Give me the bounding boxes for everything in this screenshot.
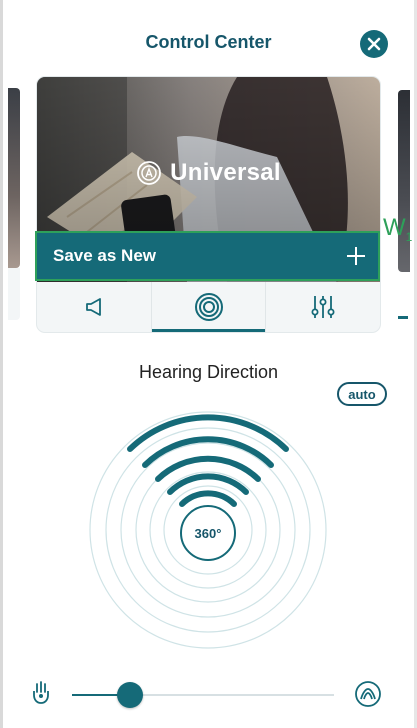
tab-hearing-direction[interactable] xyxy=(150,282,266,332)
surround-icon xyxy=(355,681,381,707)
next-program-tab-indicator xyxy=(398,316,408,319)
center-360-button[interactable]: 360° xyxy=(180,505,236,561)
next-program-card[interactable] xyxy=(398,90,410,272)
annotation-marker-letter: W xyxy=(383,214,406,241)
program-name-row: Universal xyxy=(37,159,380,187)
speaker-icon xyxy=(85,298,101,316)
universal-program-icon xyxy=(137,161,162,185)
program-card[interactable]: Universal Save as New xyxy=(37,77,380,332)
annotation-marker-sub: 1 xyxy=(405,229,413,244)
annotation-marker: W1 xyxy=(383,214,412,244)
hand-focus-icon xyxy=(33,681,49,704)
previous-program-card[interactable] xyxy=(8,88,20,268)
program-tabs xyxy=(37,282,380,332)
tab-equalizer[interactable] xyxy=(265,282,380,332)
close-icon xyxy=(367,37,381,51)
auto-button[interactable]: auto xyxy=(337,382,387,406)
page-title: Control Center xyxy=(145,32,272,52)
hearing-direction-title: Hearing Direction xyxy=(138,362,279,382)
close-button[interactable] xyxy=(360,30,388,58)
direction-rings-icon xyxy=(194,293,223,321)
save-as-new-button[interactable]: Save as New xyxy=(37,232,380,280)
plus-icon xyxy=(347,247,365,265)
focus-slider-thumb[interactable] xyxy=(116,682,143,708)
previous-program-card-tabs xyxy=(8,268,20,320)
tab-volume[interactable] xyxy=(37,282,151,332)
save-as-new-label: Save as New xyxy=(53,246,157,265)
sliders-icon xyxy=(311,296,335,318)
program-name: Universal xyxy=(170,159,281,186)
